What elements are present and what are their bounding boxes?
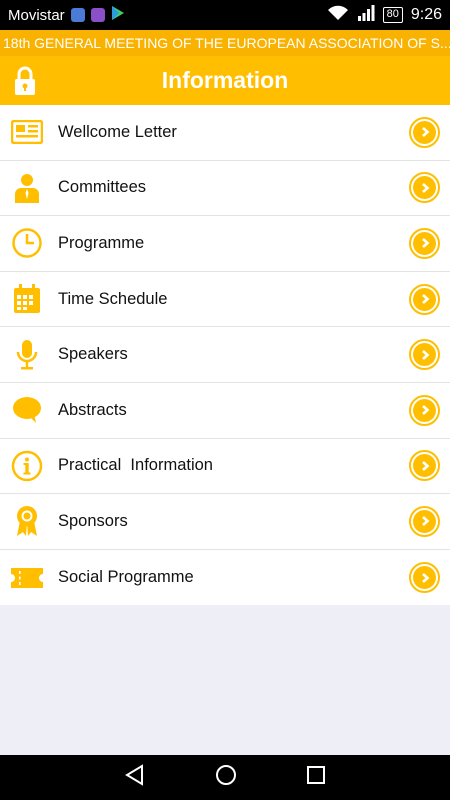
recents-icon[interactable] [306,765,326,790]
calendar-icon [10,282,44,316]
back-icon[interactable] [124,764,146,791]
system-nav-bar [0,755,450,800]
menu-item-label: Programme [58,233,145,252]
menu-item-welcome-letter[interactable]: Wellcome Letter [0,105,450,161]
chevron-right-icon[interactable] [409,227,440,259]
menu-item-label: Abstracts [58,400,127,419]
menu-item-label: Sponsors [58,511,128,530]
chevron-right-icon[interactable] [409,450,440,482]
newspaper-icon [10,115,44,149]
app-header: Information [0,56,450,105]
menu-item-committees[interactable]: Committees [0,161,450,217]
gallery-app-icon [90,8,105,22]
chevron-right-icon[interactable] [409,172,440,204]
menu-item-sponsors[interactable]: Sponsors [0,494,450,550]
menu-item-label: Speakers [58,345,128,364]
play-store-icon [111,6,125,24]
person-icon [10,171,44,205]
speech-bubble-icon [10,393,44,427]
chevron-right-icon[interactable] [409,394,440,426]
wifi-icon [327,5,349,26]
lock-icon[interactable] [12,66,38,96]
carrier-name: Movistar [8,6,65,24]
menu-item-label: Committees [58,178,147,197]
chevron-right-icon[interactable] [409,562,440,594]
event-title-marquee: 18th GENERAL MEETING OF THE EUROPEAN ASS… [0,30,450,56]
page-title: Information [161,67,289,93]
chevron-right-icon[interactable] [409,116,440,148]
menu-item-speakers[interactable]: Speakers [0,327,450,383]
menu-item-practical-information[interactable]: Practical Information [0,439,450,495]
microphone-icon [10,338,44,372]
ticket-icon [10,561,44,595]
chevron-right-icon[interactable] [409,283,440,315]
chevron-right-icon[interactable] [409,505,440,537]
info-icon [10,449,44,483]
clock-icon [10,226,44,260]
award-ribbon-icon [10,504,44,538]
menu-item-label: Social Programme [58,568,194,587]
menu-item-social-programme[interactable]: Social Programme [0,550,450,606]
chevron-right-icon[interactable] [409,339,440,371]
menu-item-label: Wellcome Letter [58,122,177,141]
menu-item-label: Practical Information [58,456,213,475]
signal-icon [357,4,375,26]
battery-indicator: 80 [382,7,403,23]
menu-item-programme[interactable]: Programme [0,216,450,272]
menu-item-abstracts[interactable]: Abstracts [0,383,450,439]
shield-app-icon [70,8,85,22]
information-menu-list: Wellcome Letter Committees Programme Tim… [0,105,450,606]
menu-item-label: Time Schedule [58,289,168,308]
home-icon[interactable] [215,764,237,791]
clock: 9:26 [410,6,442,23]
status-bar: Movistar 80 9:26 [0,0,450,30]
menu-item-time-schedule[interactable]: Time Schedule [0,272,450,328]
